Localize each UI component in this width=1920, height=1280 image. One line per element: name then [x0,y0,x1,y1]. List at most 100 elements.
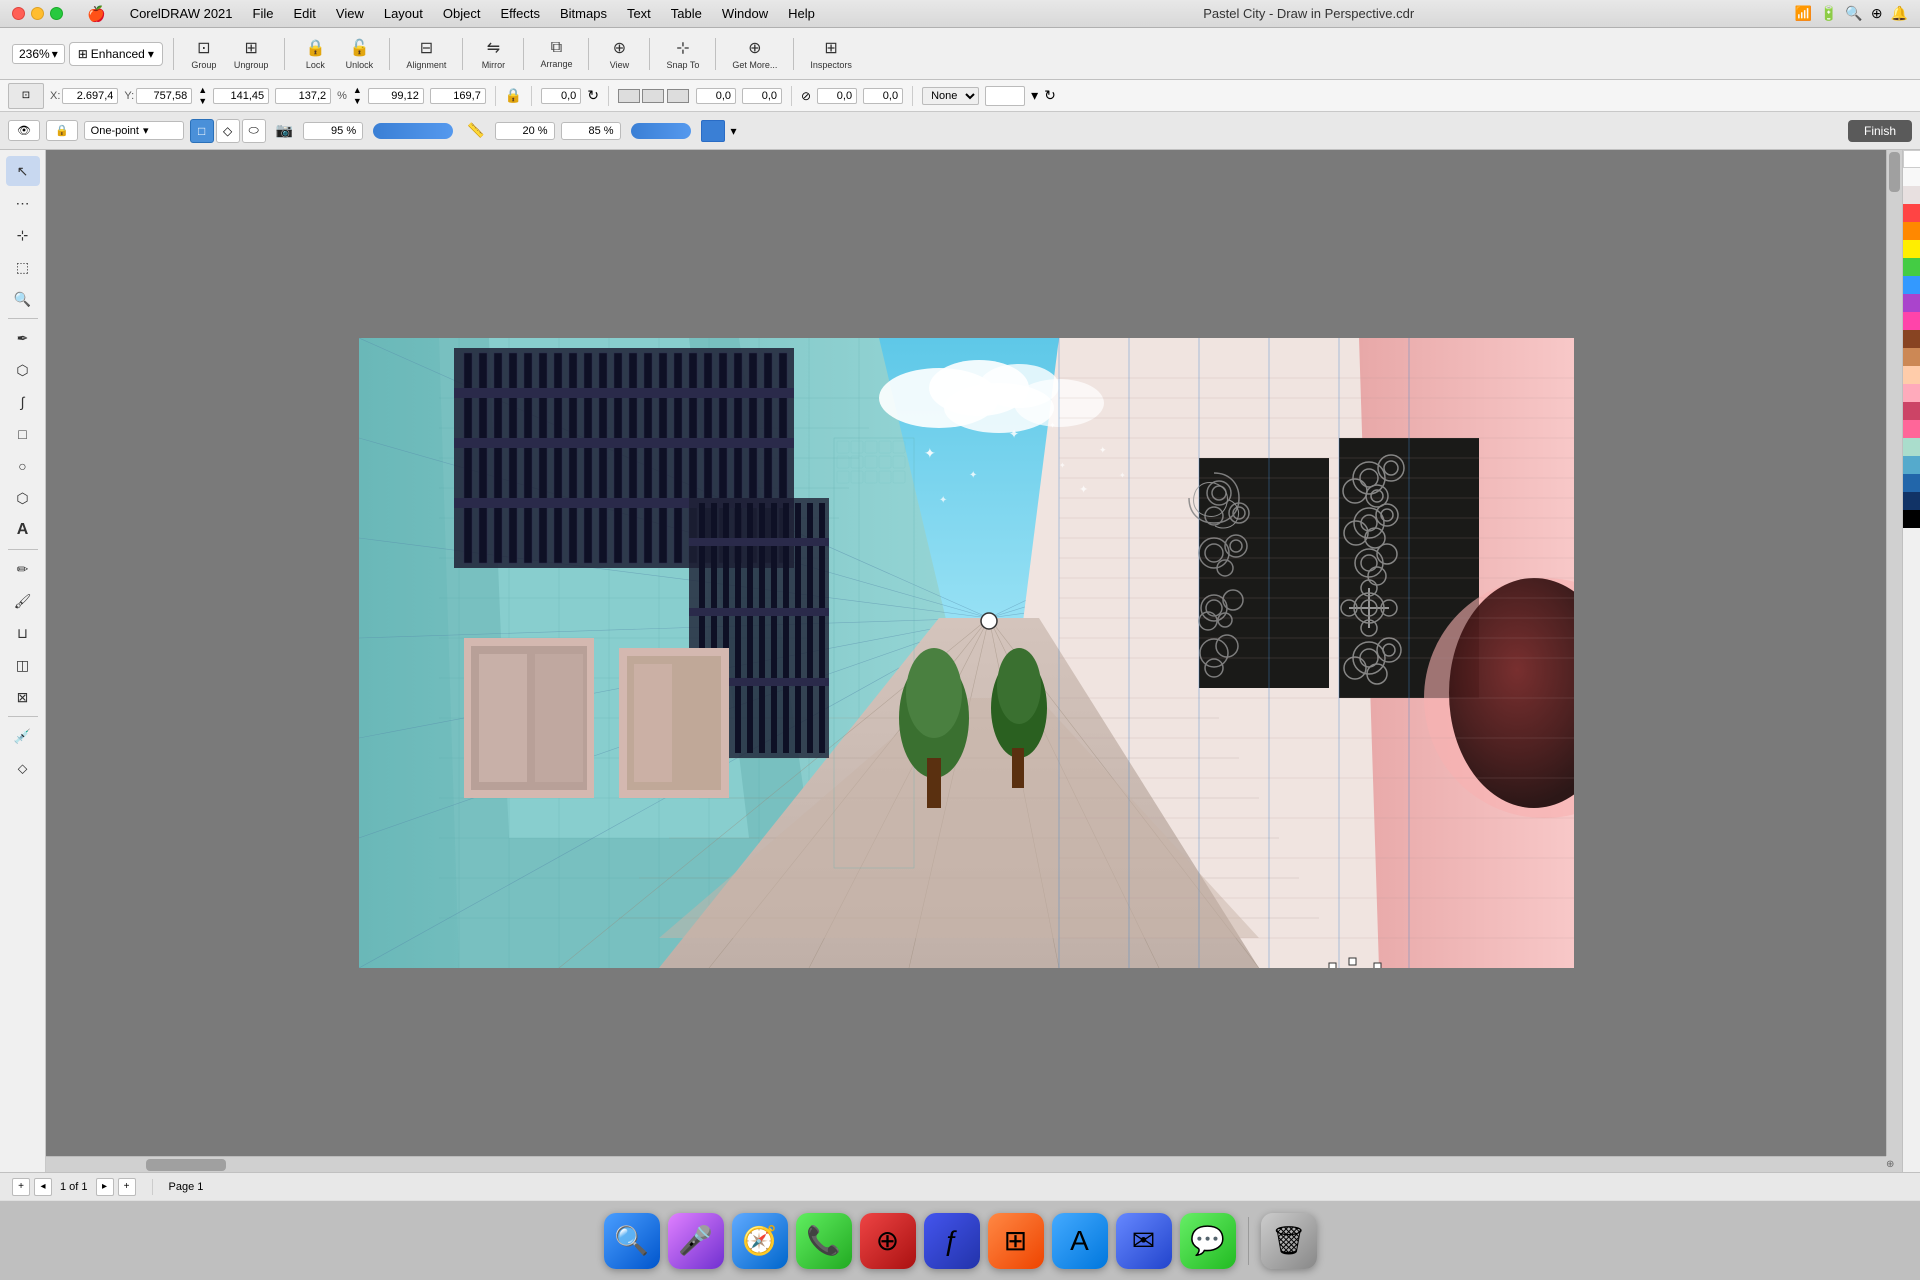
dock-safari[interactable]: 🧭 [732,1213,788,1269]
close-button[interactable] [12,7,25,20]
color-swatch-1[interactable] [1903,186,1920,204]
pencil-tool[interactable]: ✏ [6,554,40,584]
vertical-scrollbar[interactable] [1886,150,1902,1156]
dock-launchpad[interactable]: ⊞ [988,1213,1044,1269]
mode-btn-diamond[interactable]: ◇ [216,119,240,143]
color-swatch-mint[interactable] [1903,438,1920,456]
fill-options-icon[interactable]: ▾ [1031,87,1038,104]
refresh-icon[interactable]: ↻ [1044,87,1056,104]
color-swatch-rose[interactable] [1903,402,1920,420]
arrange-button[interactable]: ⧉ Arrange [534,34,578,74]
dock-messages[interactable]: 💬 [1180,1213,1236,1269]
view-modes-button[interactable]: ⊞ Enhanced ▾ [69,42,163,66]
color-swatch-lightpink[interactable] [1903,384,1920,402]
horizontal-scrollbar[interactable] [46,1156,1886,1172]
unlock-button[interactable]: 🔓 Unlock [339,34,379,74]
scale-down-btn[interactable]: ▼ [353,96,362,106]
inspectors-button[interactable]: ⊞ Inspectors [804,34,858,74]
fill-color-box[interactable] [985,86,1025,106]
color-swatch-red[interactable] [1903,204,1920,222]
color-swatch-blue[interactable] [1903,276,1920,294]
dock-app2[interactable]: ƒ [924,1213,980,1269]
scroll-thumb[interactable] [1889,152,1900,192]
ungroup-button[interactable]: ⊞ Ungroup [228,34,275,74]
scale-up-btn[interactable]: ▲ [353,85,362,95]
color-swatch-purple[interactable] [1903,294,1920,312]
pct-slider[interactable] [631,123,691,139]
color-swatch-1[interactable] [701,120,725,142]
mode-btn-square[interactable]: □ [190,119,214,143]
canvas-area[interactable]: ✦ ✦ ✦ ✦ ✦ ✦ ✦ ✦ ✦ [46,150,1902,1172]
dock-mail[interactable]: ✉ [1116,1213,1172,1269]
menu-table[interactable]: Table [663,4,710,23]
dock-siri[interactable]: 🎤 [668,1213,724,1269]
menu-edit[interactable]: Edit [285,4,323,23]
color-swatch-darkblue[interactable] [1903,492,1920,510]
transform-cell[interactable] [642,89,664,103]
menu-help[interactable]: Help [780,4,823,23]
zoom-control[interactable]: 236% ▾ [12,44,65,64]
polyline-tool[interactable]: ⬡ [6,355,40,385]
control-center-icon[interactable]: ⊕ [1871,5,1883,22]
finish-button[interactable]: Finish [1848,120,1912,142]
transform-cell[interactable] [667,89,689,103]
lock-ratio-btn[interactable]: 🔒 [505,87,522,104]
alignment-button[interactable]: ⊟ Alignment [400,34,452,74]
menu-effects[interactable]: Effects [492,4,548,23]
h-scroll-thumb[interactable] [146,1159,226,1171]
pos-y-input[interactable] [742,88,782,104]
prev-page-button[interactable]: ◂ [34,1178,52,1196]
apple-menu[interactable]: 🍎 [79,3,114,25]
menu-object[interactable]: Object [435,4,489,23]
skew-y-input[interactable] [863,88,903,104]
dock-app1[interactable]: ⊕ [860,1213,916,1269]
fill-tool[interactable]: ⬦ [6,753,40,783]
text-tool[interactable]: A [6,515,40,545]
connector-tool[interactable]: ⊔ [6,618,40,648]
color-swatch-black[interactable] [1903,510,1920,528]
color-swatch-pink[interactable] [1903,312,1920,330]
view-button[interactable]: ⊕ View [599,34,639,74]
menu-file[interactable]: File [245,4,282,23]
minimize-button[interactable] [31,7,44,20]
color-swatch-yellow[interactable] [1903,240,1920,258]
dock-trash[interactable]: 🗑 [1261,1213,1317,1269]
zoom-corner-icon[interactable]: ⊕ [1886,1159,1894,1170]
color-swatch-navyblue[interactable] [1903,474,1920,492]
dock-finder[interactable]: 🔍 [604,1213,660,1269]
add-page-button[interactable]: + [12,1178,30,1196]
curve-tool[interactable]: ∫ [6,387,40,417]
opacity-input[interactable]: 95 % [303,122,363,140]
color-swatch-green[interactable] [1903,258,1920,276]
get-more-button[interactable]: ⊕ Get More... [726,34,783,74]
color-swatch-teal[interactable] [1903,456,1920,474]
mode-btn-circle[interactable]: ⬭ [242,119,266,143]
y-input[interactable] [136,88,192,104]
lock-btn2[interactable]: 🔒 [46,120,78,141]
x-input[interactable] [62,88,118,104]
mode-select[interactable]: One-point ▾ [84,121,184,140]
color-swatch-orange[interactable] [1903,222,1920,240]
menu-bitmaps[interactable]: Bitmaps [552,4,615,23]
zoom-tool[interactable]: 🔍 [6,284,40,314]
menu-coreldraw[interactable]: CorelDRAW 2021 [122,4,241,23]
freehand-tool[interactable]: ✒ [6,323,40,353]
width2-input[interactable] [275,88,331,104]
ellipse-tool[interactable]: ○ [6,451,40,481]
transform-tool[interactable]: ⊹ [6,220,40,250]
zoom-value[interactable]: 236% ▾ [12,44,65,64]
color-swatch-hotpink[interactable] [1903,420,1920,438]
fill-dropdown[interactable]: None [922,87,979,105]
freehand-pick-tool[interactable]: ⋯ [6,188,40,218]
pct2-input[interactable]: 85 % [561,122,621,140]
down-arrow[interactable]: ▼ [198,96,207,106]
menu-text[interactable]: Text [619,4,659,23]
maximize-button[interactable] [50,7,63,20]
crop-tool[interactable]: ⬚ [6,252,40,282]
opacity-slider[interactable] [373,123,453,139]
mirror-button[interactable]: ⇋ Mirror [473,34,513,74]
menu-layout[interactable]: Layout [376,4,431,23]
pos-x-input[interactable] [696,88,736,104]
color-swatch-0[interactable] [1903,168,1920,186]
swatch-dropdown[interactable]: ▾ [731,120,745,142]
